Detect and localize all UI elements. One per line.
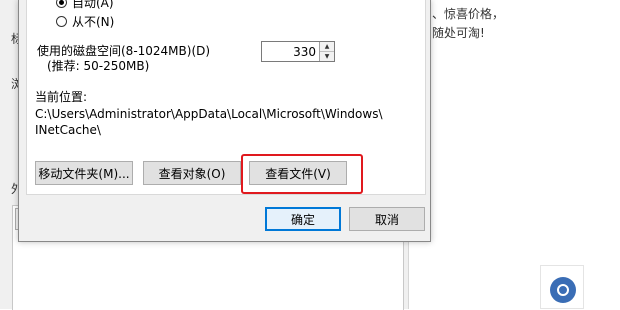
radio-never[interactable]: 从不(N) xyxy=(56,13,114,29)
floating-tool-button[interactable] xyxy=(540,265,584,309)
current-location-path: C:\Users\Administrator\AppData\Local\Mic… xyxy=(35,107,383,121)
background-ad-text: 、惊喜价格， xyxy=(432,7,505,21)
current-location-label: 当前位置: xyxy=(35,90,88,104)
radio-auto-indicator[interactable] xyxy=(56,0,67,8)
gear-icon xyxy=(550,277,576,303)
background-ad-text: 随处可淘! xyxy=(432,26,485,40)
disk-space-value[interactable]: 330 xyxy=(293,45,316,59)
spin-buttons: ▲ ▼ xyxy=(319,42,334,61)
disk-space-spinbox[interactable]: 330 ▲ ▼ xyxy=(261,41,335,62)
cancel-button[interactable]: 取消 xyxy=(349,207,425,231)
disk-space-group: 自动(A) 从不(N) 使用的磁盘空间(8-1024MB)(D) (推荐: 50… xyxy=(26,0,426,195)
radio-auto-label: 自动(A) xyxy=(72,0,114,10)
disk-space-recommendation: (推荐: 50-250MB) xyxy=(47,59,150,73)
cache-settings-dialog: 自动(A) 从不(N) 使用的磁盘空间(8-1024MB)(D) (推荐: 50… xyxy=(18,0,431,242)
move-folder-button[interactable]: 移动文件夹(M)... xyxy=(35,161,133,185)
radio-never-label: 从不(N) xyxy=(72,14,115,29)
radio-auto[interactable]: 自动(A) xyxy=(56,0,114,10)
view-objects-button[interactable]: 查看对象(O) xyxy=(143,161,241,185)
spin-up-icon[interactable]: ▲ xyxy=(320,42,334,52)
spin-down-icon[interactable]: ▼ xyxy=(320,52,334,61)
current-location-path: INetCache\ xyxy=(35,123,101,137)
highlight-annotation xyxy=(241,154,363,194)
radio-never-indicator[interactable] xyxy=(56,15,67,27)
ok-button[interactable]: 确定 xyxy=(265,207,341,231)
